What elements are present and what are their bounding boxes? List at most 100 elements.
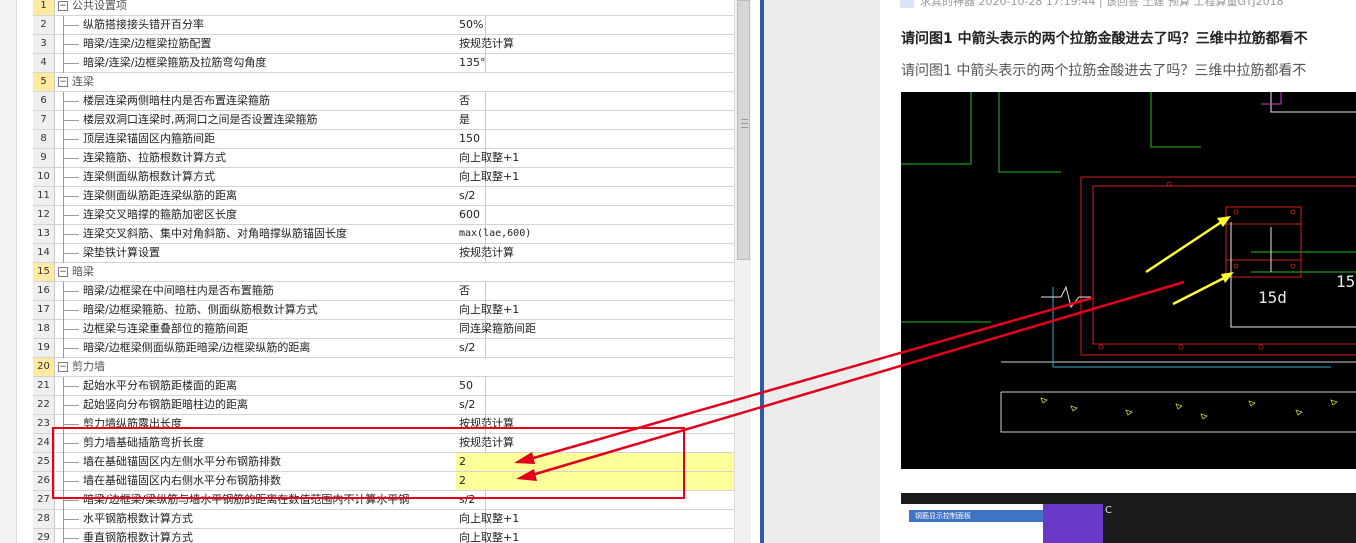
table-row[interactable]: 18 边框梁与连梁重叠部位的箍筋间距 同连梁箍筋间距 — [33, 320, 734, 339]
category-row[interactable]: 5− 连梁 — [33, 73, 734, 92]
table-row[interactable]: 10 连梁侧面纵筋根数计算方式 向上取整+1 — [33, 168, 734, 187]
table-row[interactable]: 9 连梁箍筋、拉筋根数计算方式 向上取整+1 — [33, 149, 734, 168]
property-name-cell: 连梁交叉暗撑的箍筋加密区长度 — [56, 206, 486, 225]
property-name-cell: 暗梁/边框梁箍筋、拉筋、侧面纵筋根数计算方式 — [56, 301, 486, 320]
property-value[interactable]: 同连梁箍筋间距 — [456, 320, 734, 338]
table-row[interactable]: 7 楼层双洞口连梁时,两洞口之间是否设置连梁箍筋 是 — [33, 111, 734, 130]
row-number: 9 — [33, 149, 55, 167]
property-name-cell: 垂直钢筋根数计算方式 — [56, 529, 486, 543]
category-row[interactable]: 1− 公共设置项 — [33, 0, 734, 16]
tree-branch — [63, 25, 79, 26]
tree-branch — [63, 177, 79, 178]
table-row[interactable]: 3 暗梁/连梁/边框梁拉筋配置 按规范计算 — [33, 35, 734, 54]
property-value[interactable]: 135° — [456, 54, 734, 72]
property-value[interactable]: s/2 — [456, 187, 734, 205]
property-value[interactable]: 向上取整+1 — [456, 510, 734, 528]
cad-white-line — [1270, 92, 1356, 113]
property-value[interactable]: 50% — [456, 16, 734, 34]
table-row[interactable]: 28 水平钢筋根数计算方式 向上取整+1 — [33, 510, 734, 529]
row-number: 16 — [33, 282, 55, 300]
table-row[interactable]: 6 楼层连梁两侧暗柱内是否布置连梁箍筋 否 — [33, 92, 734, 111]
collapse-toggle-icon[interactable]: − — [58, 77, 68, 87]
row-number: 11 — [33, 187, 55, 205]
property-value[interactable]: 向上取整+1 — [456, 301, 734, 319]
post-meta: 求其的神器 2020-10-28 17:19:44 | 该回答 土建 预算 工程… — [900, 0, 1284, 9]
category-row[interactable]: 15− 暗梁 — [33, 263, 734, 282]
property-value[interactable]: 150 — [456, 130, 734, 148]
property-name: 连梁侧面纵筋距连梁纵筋的距离 — [83, 189, 237, 202]
property-name: 水平钢筋根数计算方式 — [83, 512, 193, 525]
table-row[interactable]: 4 暗梁/连梁/边框梁箍筋及拉筋弯勾角度 135° — [33, 54, 734, 73]
vertical-scrollbar[interactable] — [734, 0, 751, 543]
cad-dim-label: 15d — [1258, 288, 1287, 307]
property-name-cell: 梁垫铁计算设置 — [56, 244, 486, 263]
avatar[interactable] — [900, 0, 914, 8]
property-value[interactable]: s/2 — [456, 396, 734, 414]
property-name-cell: 暗梁/边框梁侧面纵筋距暗梁/边框梁纵筋的距离 — [56, 339, 486, 358]
category-label: 剪力墙 — [72, 360, 105, 373]
property-value[interactable]: 按规范计算 — [456, 244, 734, 262]
property-value[interactable]: max(lae,600) — [456, 225, 734, 243]
collapse-toggle-icon[interactable]: − — [58, 1, 68, 11]
question-body: 请问图1 中箭头表示的两个拉筋金酸进去了吗？三维中拉筋都看不 — [901, 63, 1307, 79]
property-name: 边框梁与连梁重叠部位的箍筋间距 — [83, 322, 248, 335]
category-label: 连梁 — [72, 75, 94, 88]
property-value[interactable]: 是 — [456, 111, 734, 129]
table-row[interactable]: 12 连梁交叉暗撑的箍筋加密区长度 600 — [33, 206, 734, 225]
property-name-cell: 纵筋搭接接头错开百分率 — [56, 16, 486, 35]
property-name-cell: 暗梁/连梁/边框梁箍筋及拉筋弯勾角度 — [56, 54, 486, 73]
property-name: 梁垫铁计算设置 — [83, 246, 160, 259]
row-number: 7 — [33, 111, 55, 129]
cad-thumbnail[interactable]: 钢筋显示控制面板 C — [901, 493, 1356, 543]
property-name: 暗梁/边框梁箍筋、拉筋、侧面纵筋根数计算方式 — [83, 303, 318, 316]
property-value[interactable]: 50 — [456, 377, 734, 395]
row-number: 1 — [33, 0, 55, 15]
tree-branch — [63, 158, 79, 159]
collapse-toggle-icon[interactable]: − — [58, 362, 68, 372]
row-number: 14 — [33, 244, 55, 262]
table-row[interactable]: 19 暗梁/边框梁侧面纵筋距暗梁/边框梁纵筋的距离 s/2 — [33, 339, 734, 358]
question-title[interactable]: 请问图1 中箭头表示的两个拉筋金酸进去了吗？三维中拉筋都看不 — [901, 28, 1308, 48]
property-name: 暗梁/连梁/边框梁拉筋配置 — [83, 37, 212, 50]
property-value[interactable]: 否 — [456, 282, 734, 300]
table-row[interactable]: 17 暗梁/边框梁箍筋、拉筋、侧面纵筋根数计算方式 向上取整+1 — [33, 301, 734, 320]
property-value[interactable]: 向上取整+1 — [456, 529, 734, 543]
row-number: 13 — [33, 225, 55, 243]
cad-green-line — [998, 92, 1061, 173]
cad-yellow-arrow — [1172, 275, 1227, 306]
property-value[interactable]: 600 — [456, 206, 734, 224]
property-value[interactable]: s/2 — [456, 339, 734, 357]
property-value[interactable]: 按规范计算 — [456, 35, 734, 53]
cad-screenshot[interactable]: 15d 15 — [901, 92, 1356, 469]
table-row[interactable]: 2 纵筋搭接接头错开百分率 50% — [33, 16, 734, 35]
table-row[interactable]: 13 连梁交叉斜筋、集中对角斜筋、对角暗撑纵筋锚固长度 max(lae,600) — [33, 225, 734, 244]
row-number: 17 — [33, 301, 55, 319]
table-row[interactable]: 22 起始竖向分布钢筋距暗柱边的距离 s/2 — [33, 396, 734, 415]
collapse-toggle-icon[interactable]: − — [58, 267, 68, 277]
property-value[interactable]: 否 — [456, 92, 734, 110]
tree-branch — [63, 291, 79, 292]
category-label: 公共设置项 — [72, 0, 127, 12]
table-row[interactable]: 21 起始水平分布钢筋距楼面的距离 50 — [33, 377, 734, 396]
table-row[interactable]: 16 暗梁/边框梁在中间暗柱内是否布置箍筋 否 — [33, 282, 734, 301]
row-number: 5 — [33, 73, 55, 91]
settings-panel: 1− 公共设置项 2 纵筋搭接接头错开百分率 50% 3 暗梁/连梁/边框梁拉筋配置 按规范计… — [0, 0, 764, 543]
scrollbar-thumb[interactable] — [737, 0, 750, 260]
property-value[interactable]: 向上取整+1 — [456, 168, 734, 186]
table-row[interactable]: 14 梁垫铁计算设置 按规范计算 — [33, 244, 734, 263]
tree-branch — [63, 500, 79, 501]
property-value[interactable]: 向上取整+1 — [456, 149, 734, 167]
row-number: 10 — [33, 168, 55, 186]
property-name: 楼层连梁两侧暗柱内是否布置连梁箍筋 — [83, 94, 270, 107]
table-row[interactable]: 29 垂直钢筋根数计算方式 向上取整+1 — [33, 529, 734, 543]
thumb-panel-color — [1043, 504, 1103, 543]
row-number: 29 — [33, 529, 55, 543]
control-panel-dialog: 钢筋显示控制面板 — [901, 504, 1051, 543]
category-row[interactable]: 20− 剪力墙 — [33, 358, 734, 377]
table-row[interactable]: 11 连梁侧面纵筋距连梁纵筋的距离 s/2 — [33, 187, 734, 206]
property-name: 连梁箍筋、拉筋根数计算方式 — [83, 151, 226, 164]
row-number: 15 — [33, 263, 55, 281]
cad-red-outline — [1080, 176, 1356, 356]
row-number: 8 — [33, 130, 55, 148]
table-row[interactable]: 8 顶层连梁锚固区内箍筋间距 150 — [33, 130, 734, 149]
